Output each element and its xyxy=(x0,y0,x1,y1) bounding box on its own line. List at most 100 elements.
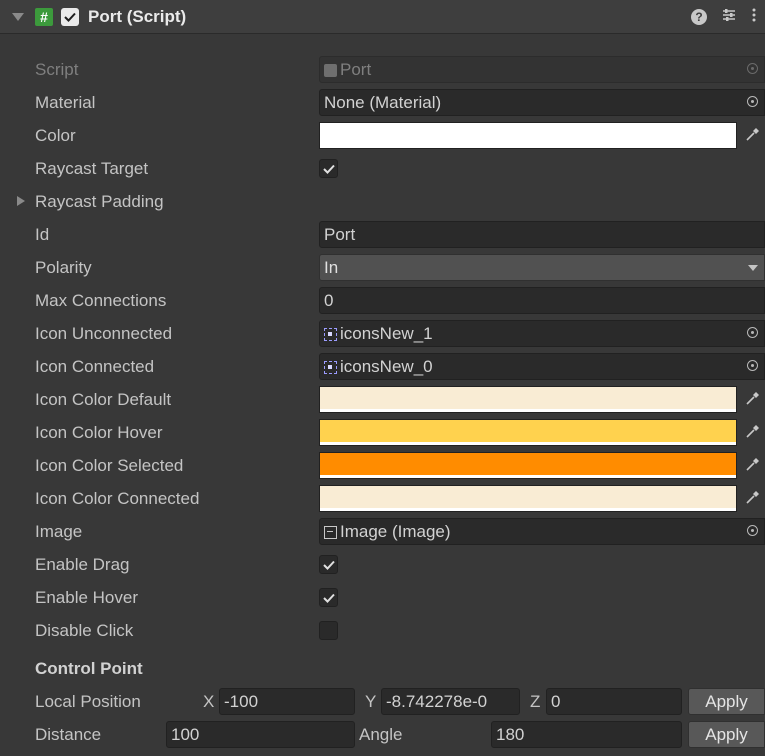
color-label: Color xyxy=(35,126,76,145)
max-connections-input[interactable]: 0 xyxy=(319,287,765,314)
local-position-label: Local Position xyxy=(35,692,141,711)
alpha-bar xyxy=(320,442,736,445)
material-field[interactable]: None (Material) xyxy=(319,89,765,116)
icon-connected-field[interactable]: iconsNew_0 xyxy=(319,353,765,380)
icon-color-connected-label: Icon Color Connected xyxy=(35,489,200,508)
checkmark-icon xyxy=(322,164,335,174)
enable-drag-row: Enable Drag xyxy=(0,548,765,581)
foldout-expanded-icon[interactable] xyxy=(12,12,24,21)
color-row: Color xyxy=(0,119,765,152)
material-value: None (Material) xyxy=(324,93,442,112)
component-enabled-checkbox[interactable] xyxy=(61,7,79,26)
enable-hover-label: Enable Hover xyxy=(35,588,139,607)
polarity-value: In xyxy=(324,258,339,277)
enable-hover-row: Enable Hover xyxy=(0,581,765,614)
sprite-icon xyxy=(324,361,337,374)
chevron-down-icon xyxy=(748,265,758,271)
icon-connected-row: Icon Connected iconsNew_0 xyxy=(0,350,765,383)
local-position-row: Local Position X -100 Y -8.742278e-0 Z 0… xyxy=(0,685,765,718)
control-point-title: Control Point xyxy=(35,659,143,678)
distance-label: Distance xyxy=(35,725,102,744)
icon-color-selected-swatch[interactable] xyxy=(319,452,737,479)
inspector-panel: # Port (Script) ? Script Port Material N… xyxy=(0,0,765,756)
polarity-dropdown[interactable]: In xyxy=(319,254,765,281)
angle-label: Angle xyxy=(359,725,403,744)
disable-click-label: Disable Click xyxy=(35,621,134,640)
alpha-bar xyxy=(320,475,736,478)
icon-unconnected-value: iconsNew_1 xyxy=(340,324,433,343)
script-row: Script Port xyxy=(0,53,765,86)
image-row: Image Image (Image) xyxy=(0,515,765,548)
context-menu-icon[interactable] xyxy=(751,7,757,28)
icon-color-selected-row: Icon Color Selected xyxy=(0,449,765,482)
z-input[interactable]: 0 xyxy=(546,688,682,715)
max-connections-label: Max Connections xyxy=(35,291,167,310)
eyedropper-icon[interactable] xyxy=(745,390,761,406)
checkmark-icon xyxy=(322,560,335,570)
raycast-padding-row[interactable]: Raycast Padding xyxy=(0,185,765,218)
color-swatch[interactable] xyxy=(319,122,737,149)
icon-unconnected-label: Icon Unconnected xyxy=(35,324,173,343)
image-value: Image (Image) xyxy=(340,522,451,541)
material-row: Material None (Material) xyxy=(0,86,765,119)
object-picker-icon xyxy=(747,63,758,74)
script-label: Script xyxy=(35,60,79,79)
sprite-icon xyxy=(324,328,337,341)
object-picker-icon[interactable] xyxy=(747,360,758,371)
raycast-target-label: Raycast Target xyxy=(35,159,149,178)
x-input[interactable]: -100 xyxy=(219,688,355,715)
polarity-label: Polarity xyxy=(35,258,92,277)
icon-unconnected-field[interactable]: iconsNew_1 xyxy=(319,320,765,347)
script-icon: # xyxy=(35,7,53,26)
distance-row: Distance 100 Angle 180 Apply xyxy=(0,718,765,751)
max-connections-row: Max Connections 0 xyxy=(0,284,765,317)
id-input[interactable]: Port xyxy=(319,221,765,248)
y-label: Y xyxy=(365,692,377,711)
alpha-bar xyxy=(320,508,736,511)
material-label: Material xyxy=(35,93,96,112)
object-picker-icon[interactable] xyxy=(747,96,758,107)
icon-connected-value: iconsNew_0 xyxy=(340,357,433,376)
icon-connected-label: Icon Connected xyxy=(35,357,155,376)
eyedropper-icon[interactable] xyxy=(745,126,761,142)
id-label: Id xyxy=(35,225,50,244)
component-title: Port (Script) xyxy=(88,6,187,26)
disable-click-checkbox[interactable] xyxy=(319,621,338,640)
icon-color-connected-row: Icon Color Connected xyxy=(0,482,765,515)
enable-hover-checkbox[interactable] xyxy=(319,588,338,607)
icon-color-default-swatch[interactable] xyxy=(319,386,737,413)
presets-icon[interactable] xyxy=(721,7,737,28)
eyedropper-icon[interactable] xyxy=(745,423,761,439)
object-picker-icon[interactable] xyxy=(747,525,758,536)
z-label: Z xyxy=(530,692,541,711)
script-value: Port xyxy=(340,60,372,79)
apply-distance-button[interactable]: Apply xyxy=(688,721,765,748)
component-header[interactable]: # Port (Script) ? xyxy=(0,0,765,34)
eyedropper-icon[interactable] xyxy=(745,456,761,472)
control-point-header: Control Point xyxy=(0,652,765,685)
disable-click-row: Disable Click xyxy=(0,614,765,647)
image-field[interactable]: Image (Image) xyxy=(319,518,765,545)
enable-drag-checkbox[interactable] xyxy=(319,555,338,574)
image-component-icon xyxy=(324,526,337,539)
enable-drag-label: Enable Drag xyxy=(35,555,130,574)
icon-color-hover-row: Icon Color Hover xyxy=(0,416,765,449)
script-asset-icon xyxy=(324,64,337,77)
icon-color-connected-swatch[interactable] xyxy=(319,485,737,512)
distance-input[interactable]: 100 xyxy=(166,721,355,748)
raycast-target-checkbox[interactable] xyxy=(319,159,338,178)
raycast-padding-label[interactable]: Raycast Padding xyxy=(35,185,164,218)
object-picker-icon[interactable] xyxy=(747,327,758,338)
foldout-collapsed-icon[interactable] xyxy=(17,196,25,206)
raycast-target-row: Raycast Target xyxy=(0,152,765,185)
y-input[interactable]: -8.742278e-0 xyxy=(381,688,520,715)
eyedropper-icon[interactable] xyxy=(745,489,761,505)
icon-color-selected-label: Icon Color Selected xyxy=(35,456,184,475)
help-icon[interactable]: ? xyxy=(691,9,707,25)
icon-color-default-label: Icon Color Default xyxy=(35,390,172,409)
icon-color-default-row: Icon Color Default xyxy=(0,383,765,416)
icon-color-hover-label: Icon Color Hover xyxy=(35,423,163,442)
angle-input[interactable]: 180 xyxy=(491,721,682,748)
apply-position-button[interactable]: Apply xyxy=(688,688,765,715)
icon-color-hover-swatch[interactable] xyxy=(319,419,737,446)
